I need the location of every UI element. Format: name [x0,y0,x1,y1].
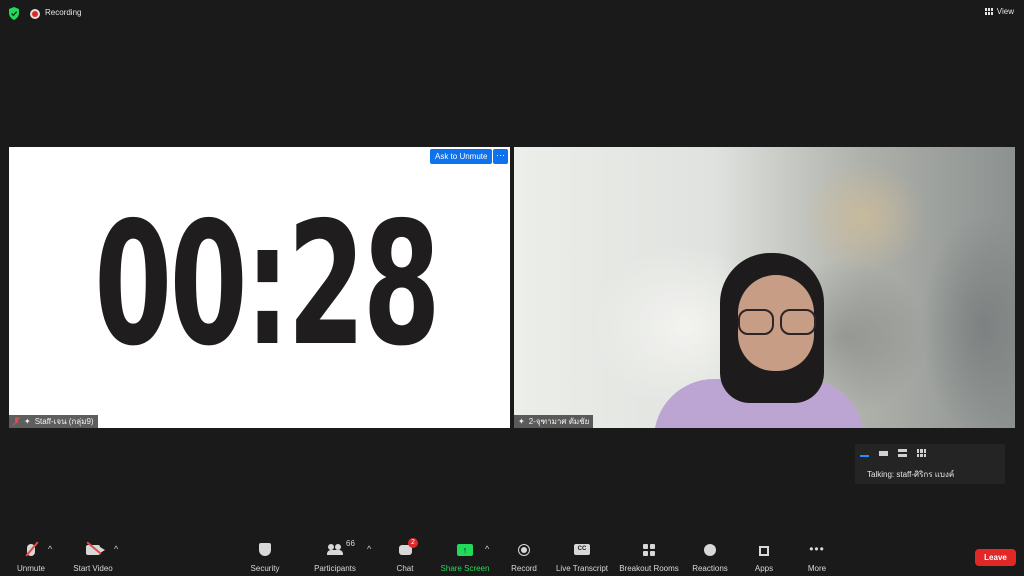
participants-button[interactable]: 66 Participants [310,536,360,576]
gallery-view-icon[interactable] [917,449,926,457]
talking-name: staff-ศิริกร แบงค์ [896,470,955,479]
tile-more-button[interactable]: ··· [493,149,508,164]
live-transcript-button[interactable]: CC Live Transcript [553,536,611,576]
shield-check-icon[interactable] [8,7,20,20]
participants-count: 66 [346,539,355,548]
reactions-button[interactable]: Reactions [690,536,730,576]
talking-indicator: Talking: staff-ศิริกร แบงค์ [867,470,955,479]
start-video-button[interactable]: Start Video [68,536,118,576]
glasses [738,309,818,335]
video-options-chevron-icon[interactable]: ^ [114,544,118,554]
meeting-toolbar: Unmute ^ Start Video ^ Security 66 Parti… [0,536,1024,576]
audio-options-chevron-icon[interactable]: ^ [48,544,52,554]
chat-button[interactable]: 2 Chat [390,536,420,576]
more-button[interactable]: ••• More [803,536,831,576]
strip-view-icon[interactable] [879,449,888,457]
ask-to-unmute-button[interactable]: Ask to Unmute [430,149,493,164]
apps-button[interactable]: Apps [750,536,778,576]
security-button[interactable]: Security [245,536,285,576]
cc-icon: CC [574,544,590,555]
mic-off-icon [13,417,20,426]
participant-tile-right[interactable]: ✦ 2-จุฑามาศ ตัมชัย [514,147,1015,428]
pin-icon: ✦ [24,417,31,426]
participant-tile-left[interactable]: 00:28 Ask to Unmute ··· ✦ Staff-เจน (กลุ… [9,147,510,428]
participants-icon [327,544,343,555]
breakout-rooms-icon [643,544,655,556]
apps-icon [759,546,769,556]
participant-name: Staff-เจน (กลุ่ม9) [34,417,94,426]
stacked-view-icon[interactable] [898,449,907,457]
share-screen-button[interactable]: ↑ Share Screen [438,536,492,576]
record-icon [518,544,530,556]
share-screen-icon: ↑ [457,544,473,556]
security-icon [259,543,271,556]
more-icon: ••• [809,542,825,556]
participant-name-tag: ✦ 2-จุฑามาศ ตัมชัย [514,415,594,428]
pin-icon: ✦ [518,417,525,426]
view-switcher-panel: Talking: staff-ศิริกร แบงค์ [855,444,1005,484]
unmute-button[interactable]: Unmute [10,536,52,576]
view-button[interactable]: View [984,7,1014,16]
top-bar: Recording View [0,0,1024,28]
participant-name: 2-จุฑามาศ ตัมชัย [528,417,590,426]
chat-badge: 2 [408,538,418,548]
record-button[interactable]: Record [507,536,541,576]
view-label: View [996,7,1014,16]
recording-label[interactable]: Recording [45,8,81,17]
recording-icon[interactable] [30,9,40,19]
view-grid-icon [984,8,993,15]
participants-options-chevron-icon[interactable]: ^ [367,544,371,554]
participant-name-tag: ✦ Staff-เจน (กลุ่ม9) [9,415,98,428]
share-options-chevron-icon[interactable]: ^ [485,544,489,554]
leave-button[interactable]: Leave [975,549,1016,566]
reactions-icon [704,544,716,556]
breakout-rooms-button[interactable]: Breakout Rooms [618,536,680,576]
countdown-timer: 00:28 [94,186,441,384]
speaker-view-icon[interactable] [860,449,869,457]
